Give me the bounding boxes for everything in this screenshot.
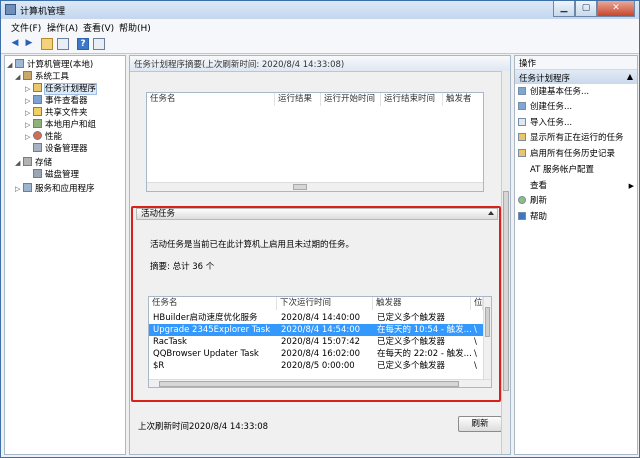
action-help[interactable]: 帮助 xyxy=(518,211,547,224)
tree-node-device-manager[interactable]: 设备管理器 xyxy=(25,143,88,155)
action-create-basic-task[interactable]: 创建基本任务... xyxy=(518,86,589,99)
menu-help[interactable]: 帮助(H) xyxy=(119,21,151,34)
computer-management-window: 计算机管理 ▁ ▢ ✕ 文件(F) 操作(A) 查看(V) 帮助(H) ◀ ▶ … xyxy=(0,0,640,458)
help-icon xyxy=(518,212,526,220)
up-folder-icon[interactable] xyxy=(41,38,53,50)
last-refresh-time: 上次刷新时间2020/8/4 14:33:08 xyxy=(138,422,269,432)
services-icon xyxy=(23,183,32,192)
tree-node-storage[interactable]: ◢ 存储 xyxy=(15,157,52,169)
tree-node-local-users-groups[interactable]: ▷ 本地用户和组 xyxy=(25,119,96,131)
title-bar[interactable]: 计算机管理 ▁ ▢ ✕ xyxy=(1,1,639,19)
hscroll-thumb[interactable] xyxy=(293,184,307,190)
tree-node-services-applications[interactable]: ▷ 服务和应用程序 xyxy=(15,183,95,195)
action-create-task[interactable]: 创建任务... xyxy=(518,101,572,114)
menu-action[interactable]: 操作(A) xyxy=(47,21,78,34)
column-header-run-start[interactable]: 运行开始时间 xyxy=(321,93,381,106)
create-basic-task-icon xyxy=(518,87,526,95)
task-status-list: 任务名 运行结果 运行开始时间 运行结束时间 触发者 xyxy=(146,92,484,192)
window-title: 计算机管理 xyxy=(20,7,66,17)
menu-bar: 文件(F) 操作(A) 查看(V) 帮助(H) xyxy=(1,19,639,35)
column-header-run-result[interactable]: 运行结果 xyxy=(275,93,321,106)
column-header-run-end[interactable]: 运行结束时间 xyxy=(381,93,443,106)
tree-node-performance[interactable]: ▷ 性能 xyxy=(25,131,62,143)
tree-node-event-viewer[interactable]: ▷ 事件查看器 xyxy=(25,95,88,107)
tree-node-computer-management[interactable]: ◢ 计算机管理(本地) xyxy=(7,59,93,71)
system-tools-icon xyxy=(23,71,32,80)
event-viewer-icon xyxy=(33,95,42,104)
close-button[interactable]: ✕ xyxy=(597,1,635,17)
create-task-icon xyxy=(518,102,526,110)
actions-subheader[interactable]: 任务计划程序 ▲ xyxy=(515,70,637,84)
users-icon xyxy=(33,119,42,128)
action-view[interactable]: 查看 ▶ xyxy=(530,180,634,193)
summary-vscroll[interactable] xyxy=(501,71,510,454)
actions-header: 操作 xyxy=(515,56,637,70)
show-hide-action-pane-icon[interactable] xyxy=(93,38,105,50)
navigation-tree: ◢ 计算机管理(本地) ◢ 系统工具 ▷ 任务计划程序 ▷ 事件查看器 ▷ 共享文件夹 ▷… xyxy=(4,55,126,455)
history-icon xyxy=(518,149,526,157)
computer-management-icon xyxy=(5,4,16,15)
tree-node-disk-management[interactable]: 磁盘管理 xyxy=(25,169,79,181)
shared-folder-icon xyxy=(33,107,42,116)
performance-icon xyxy=(33,131,42,140)
forward-arrow-icon[interactable]: ▶ xyxy=(23,38,35,50)
menu-view[interactable]: 查看(V) xyxy=(83,21,114,34)
back-arrow-icon[interactable]: ◀ xyxy=(9,38,21,50)
action-show-running-tasks[interactable]: 显示所有正在运行的任务 xyxy=(518,132,624,145)
column-header-task-name[interactable]: 任务名 xyxy=(147,93,275,106)
task-scheduler-icon xyxy=(33,83,42,92)
submenu-arrow-icon: ▶ xyxy=(628,182,634,190)
collapse-up-icon[interactable]: ▲ xyxy=(627,72,633,81)
tree-node-system-tools[interactable]: ◢ 系统工具 xyxy=(15,71,69,83)
vscroll-thumb[interactable] xyxy=(503,191,509,391)
minimize-button[interactable]: ▁ xyxy=(553,1,575,17)
action-at-service-account[interactable]: AT 服务帐户配置 xyxy=(530,164,594,177)
action-import-task[interactable]: 导入任务... xyxy=(518,117,572,130)
refresh-button[interactable]: 刷新 xyxy=(458,416,502,432)
action-enable-task-history[interactable]: 启用所有任务历史记录 xyxy=(518,148,615,161)
menu-file[interactable]: 文件(F) xyxy=(11,21,41,34)
task-status-hscroll[interactable] xyxy=(147,182,483,191)
disk-icon xyxy=(33,169,42,178)
tree-node-shared-folders[interactable]: ▷ 共享文件夹 xyxy=(25,107,88,119)
highlight-box xyxy=(131,206,501,402)
tree-node-task-scheduler[interactable]: ▷ 任务计划程序 xyxy=(25,83,98,95)
running-tasks-icon xyxy=(518,133,526,141)
show-hide-tree-icon[interactable] xyxy=(57,38,69,50)
help-icon[interactable]: ? xyxy=(77,38,89,50)
toolbar: ◀ ▶ ? xyxy=(1,35,639,54)
device-manager-icon xyxy=(33,143,42,152)
summary-header: 任务计划程序摘要(上次刷新时间: 2020/8/4 14:33:08) xyxy=(130,56,510,72)
refresh-icon xyxy=(518,196,526,204)
actions-pane: 操作 任务计划程序 ▲ 创建基本任务... 创建任务... 导入任务... 显示所… xyxy=(514,55,638,455)
maximize-button[interactable]: ▢ xyxy=(575,1,597,17)
action-refresh[interactable]: 刷新 xyxy=(518,195,547,208)
computer-icon xyxy=(15,59,24,68)
import-icon xyxy=(518,118,526,126)
storage-icon xyxy=(23,157,32,166)
column-header-triggered-by[interactable]: 触发者 xyxy=(443,93,483,106)
